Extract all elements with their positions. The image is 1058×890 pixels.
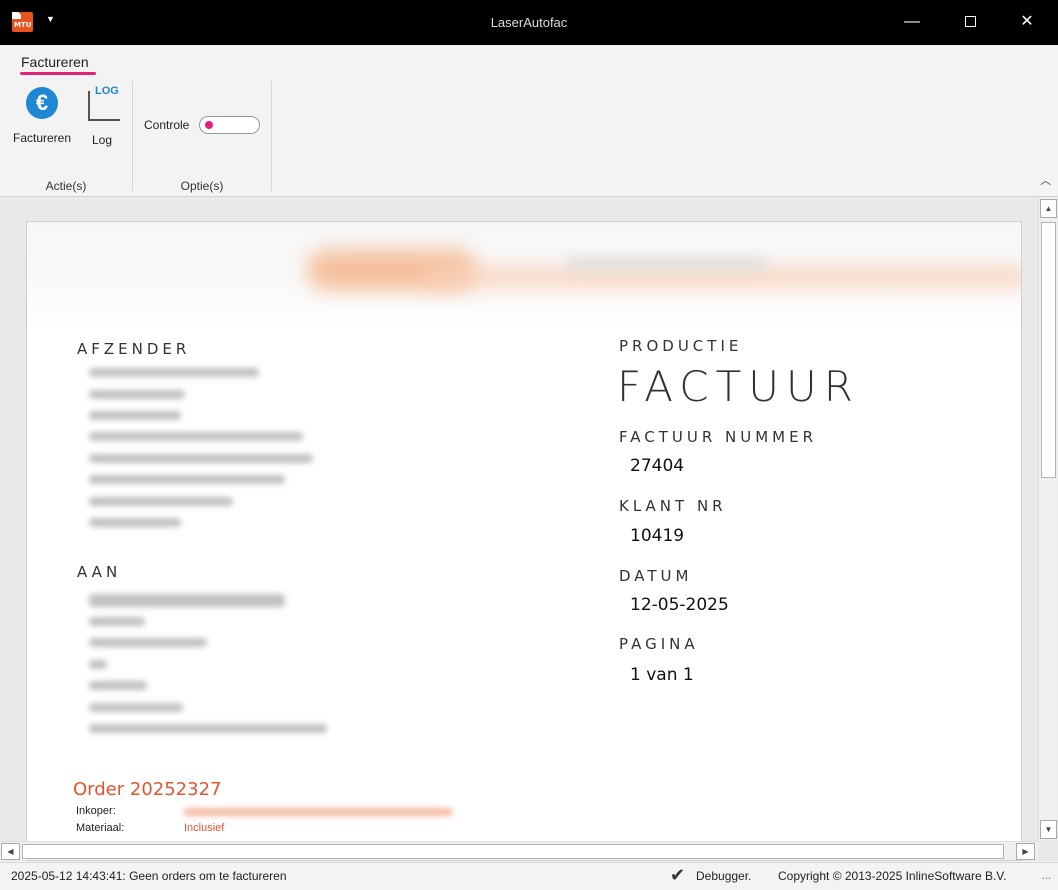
redacted-text: [89, 432, 303, 441]
title-bar: MTU ▼ LaserAutofac — ✕: [0, 0, 1058, 45]
horizontal-scrollbar[interactable]: ◀ ▶: [0, 841, 1038, 860]
customer-number-label: KLANT NR: [619, 497, 727, 515]
copyright-text: Copyright © 2013-2025 InlineSoftware B.V…: [778, 869, 1007, 883]
toggle-knob: [205, 121, 213, 129]
doc-title: FACTUUR: [617, 362, 860, 411]
log-button[interactable]: LOG Log: [80, 85, 124, 147]
page-number: 1 van 1: [630, 665, 694, 685]
date-label: DATUM: [619, 567, 693, 585]
redacted-buyer: [184, 808, 452, 816]
redacted-text: [89, 368, 259, 377]
scroll-up-icon[interactable]: ▲: [1040, 199, 1057, 218]
horizontal-scroll-thumb[interactable]: [22, 844, 1004, 859]
log-chart-icon: LOG: [84, 85, 120, 121]
group-label-opties: Optie(s): [180, 179, 224, 193]
vertical-scroll-thumb[interactable]: [1041, 222, 1056, 478]
redacted-text: [89, 518, 181, 527]
scroll-down-icon[interactable]: ▼: [1040, 820, 1057, 839]
status-bar: 2025-05-12 14:43:41: Geen orders om te f…: [0, 862, 1058, 890]
sender-label: AFZENDER: [77, 340, 191, 358]
material-label: Materiaal:: [76, 822, 125, 834]
redacted-text: [89, 617, 145, 626]
redacted-text: [89, 681, 147, 690]
group-label-acties: Actie(s): [45, 179, 87, 193]
redacted-text: [89, 411, 181, 420]
status-message: 2025-05-12 14:43:41: Geen orders om te f…: [11, 869, 287, 883]
buyer-label: Inkoper:: [76, 805, 116, 817]
invoice-number: 27404: [630, 456, 685, 476]
group-separator: [271, 81, 272, 191]
minimize-button[interactable]: —: [897, 10, 927, 34]
checkmark-icon: ✔: [670, 865, 686, 885]
controle-label: Controle: [144, 118, 190, 132]
customer-number: 10419: [630, 526, 685, 546]
redacted-text: [89, 475, 285, 484]
maximize-button[interactable]: [955, 10, 985, 34]
invoice-number-label: FACTUUR NUMMER: [619, 428, 818, 446]
euro-icon: €: [26, 87, 58, 119]
debugger-status[interactable]: Debugger.: [696, 869, 751, 883]
redacted-text: [89, 703, 183, 712]
redacted-text: [89, 660, 107, 669]
close-button[interactable]: ✕: [1012, 10, 1042, 34]
factureren-button-label: Factureren: [12, 131, 72, 145]
doc-type-label: PRODUCTIE: [619, 337, 743, 355]
recipient-label: AAN: [77, 563, 122, 581]
scroll-left-icon[interactable]: ◀: [1, 843, 20, 860]
order-title: Order 20252327: [73, 779, 222, 800]
controle-toggle[interactable]: [199, 116, 260, 134]
redacted-text: [89, 638, 207, 647]
invoice-header-banner: [27, 222, 1021, 332]
redacted-text: [89, 454, 313, 463]
invoice-page: AFZENDER AAN PRODUCTIE FACTUUR FACTUUR N…: [26, 221, 1022, 861]
material-value: Inclusief: [184, 822, 225, 834]
redacted-text: [89, 724, 327, 733]
invoice-date: 12-05-2025: [630, 595, 729, 615]
page-label: PAGINA: [619, 635, 699, 653]
resize-grip-icon[interactable]: ⠠⠤: [1038, 872, 1052, 883]
group-separator: [132, 81, 133, 191]
log-button-label: Log: [91, 133, 113, 147]
collapse-ribbon-icon[interactable]: ︿: [1040, 172, 1051, 188]
scroll-right-icon[interactable]: ▶: [1016, 843, 1035, 860]
vertical-scrollbar[interactable]: ▲ ▼: [1038, 198, 1057, 840]
document-viewer[interactable]: AFZENDER AAN PRODUCTIE FACTUUR FACTUUR N…: [0, 197, 1058, 861]
active-tab-indicator: [20, 72, 96, 75]
ribbon: Factureren € Factureren LOG Log Controle…: [0, 45, 1058, 197]
factureren-button[interactable]: € Factureren: [6, 87, 78, 145]
redacted-text: [89, 594, 285, 607]
redacted-text: [89, 390, 185, 399]
redacted-text: [89, 497, 233, 506]
tab-factureren[interactable]: Factureren: [21, 54, 89, 70]
